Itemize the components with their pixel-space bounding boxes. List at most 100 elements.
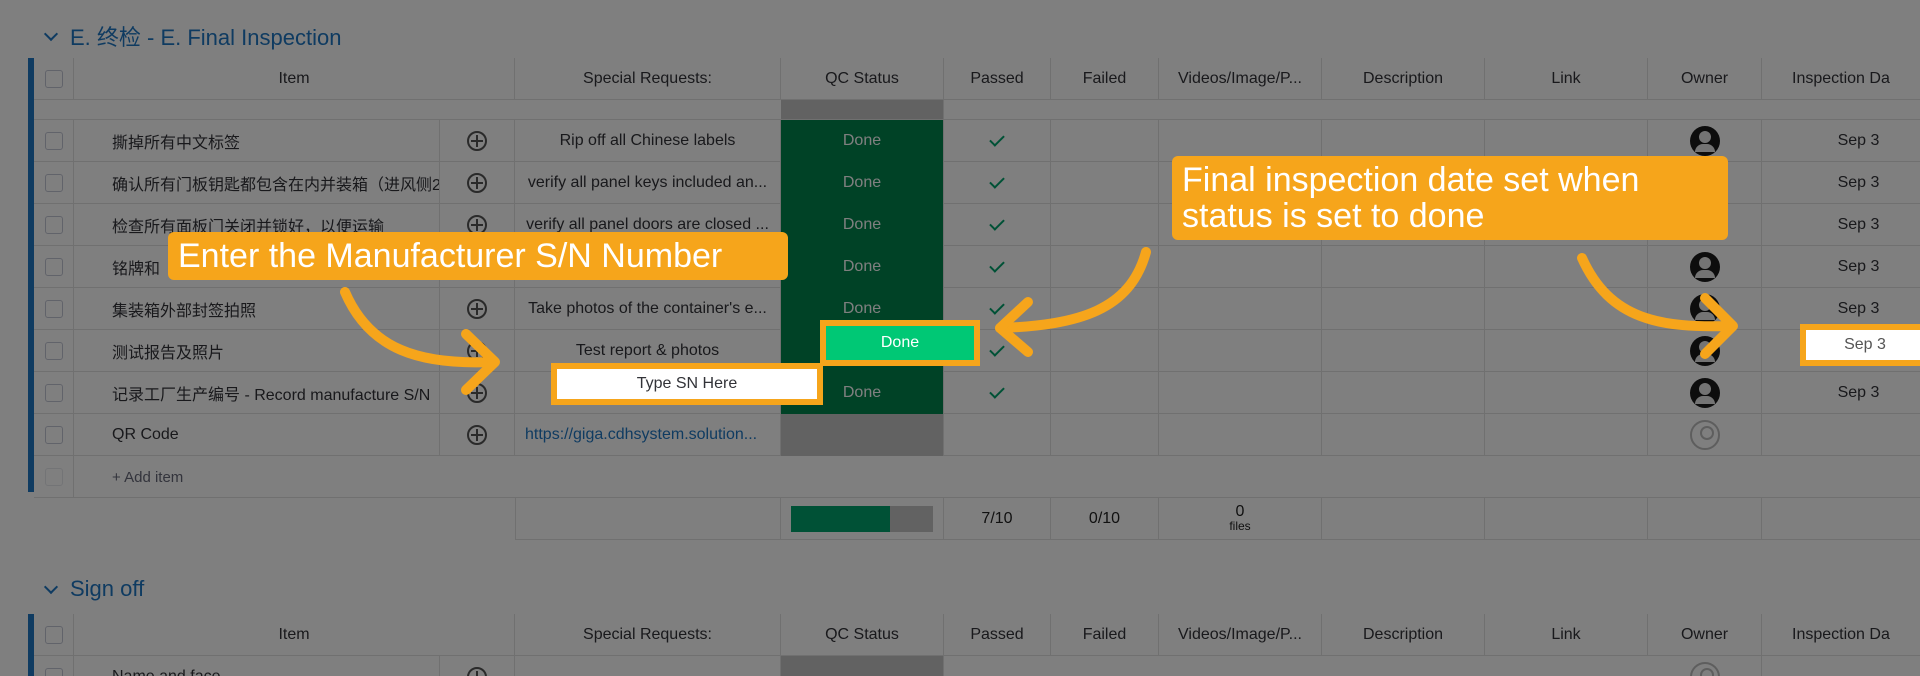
- special-request-cell[interactable]: Rip off all Chinese labels: [515, 120, 781, 162]
- link-cell[interactable]: [1485, 288, 1648, 330]
- add-item-cell[interactable]: + Add item: [74, 456, 515, 498]
- chevron-down-icon[interactable]: [44, 29, 58, 43]
- qc-status-cell[interactable]: Done: [781, 162, 944, 204]
- passed-cell[interactable]: [944, 246, 1051, 288]
- failed-cell[interactable]: [1051, 120, 1159, 162]
- add-update-icon[interactable]: [467, 425, 487, 445]
- description-cell[interactable]: [1322, 414, 1485, 456]
- failed-cell[interactable]: [1051, 246, 1159, 288]
- column-header-special-requests[interactable]: Special Requests:: [515, 58, 781, 100]
- inspection-date-cell[interactable]: Sep 3: [1762, 246, 1920, 288]
- conversation-cell[interactable]: [440, 162, 515, 204]
- passed-cell[interactable]: [944, 120, 1051, 162]
- inspection-date-highlight[interactable]: Sep 3: [1800, 324, 1920, 366]
- column-header-inspection-date[interactable]: Inspection Da: [1762, 614, 1920, 656]
- qr-code-link[interactable]: https://giga.cdhsystem.solution...: [515, 426, 757, 444]
- conversation-cell[interactable]: [440, 414, 515, 456]
- row-checkbox-cell[interactable]: [34, 656, 74, 676]
- owner-avatar-icon[interactable]: [1689, 252, 1720, 282]
- column-header-owner[interactable]: Owner: [1648, 58, 1762, 100]
- passed-cell[interactable]: [944, 372, 1051, 414]
- conversation-cell[interactable]: [440, 120, 515, 162]
- add-update-icon[interactable]: [467, 341, 487, 361]
- column-header-failed[interactable]: Failed: [1051, 58, 1159, 100]
- files-cell[interactable]: [1159, 372, 1322, 414]
- item-cell[interactable]: 确认所有门板钥匙都包含在内并装箱（进风侧2...: [74, 162, 440, 204]
- failed-cell[interactable]: [1051, 288, 1159, 330]
- column-header-owner[interactable]: Owner: [1648, 614, 1762, 656]
- item-cell[interactable]: 测试报告及照片: [74, 330, 440, 372]
- special-request-cell[interactable]: verify all panel keys included an...: [515, 162, 781, 204]
- row-checkbox[interactable]: [44, 216, 63, 234]
- group-header-sign-off[interactable]: Sign off: [44, 576, 144, 602]
- table-row[interactable]: 记录工厂生产编号 - Record manufacture S/N Type SN…: [34, 372, 1920, 414]
- table-row-partial[interactable]: [34, 100, 1920, 120]
- chevron-down-icon[interactable]: [44, 582, 58, 596]
- passed-cell[interactable]: [944, 162, 1051, 204]
- group-header-final-inspection[interactable]: E. 终检 - E. Final Inspection: [44, 20, 341, 52]
- qc-status-cell[interactable]: Done: [781, 246, 944, 288]
- column-header-special-requests[interactable]: Special Requests:: [515, 614, 781, 656]
- select-all-checkbox-cell[interactable]: [34, 58, 74, 100]
- inspection-date-cell[interactable]: [1762, 414, 1920, 456]
- status-summary-cell[interactable]: [781, 498, 944, 540]
- item-cell[interactable]: 撕掉所有中文标签: [74, 120, 440, 162]
- item-cell[interactable]: 记录工厂生产编号 - Record manufacture S/N: [74, 372, 440, 414]
- inspection-date-cell[interactable]: Sep 3: [1762, 372, 1920, 414]
- owner-cell[interactable]: [1648, 372, 1762, 414]
- table-row[interactable]: QR Code https://giga.cdhsystem.solution..…: [34, 414, 1920, 456]
- column-header-qc-status[interactable]: QC Status: [781, 58, 944, 100]
- column-header-passed[interactable]: Passed: [944, 58, 1051, 100]
- row-checkbox[interactable]: [44, 668, 63, 676]
- passed-cell[interactable]: [944, 204, 1051, 246]
- qc-status-done-highlight[interactable]: Done: [820, 320, 980, 366]
- row-checkbox-cell[interactable]: [34, 120, 74, 162]
- add-update-icon[interactable]: [467, 173, 487, 193]
- conversation-cell[interactable]: [440, 372, 515, 414]
- row-checkbox-cell[interactable]: [34, 372, 74, 414]
- add-update-icon[interactable]: [467, 299, 487, 319]
- add-update-icon[interactable]: [467, 383, 487, 403]
- description-cell[interactable]: [1322, 372, 1485, 414]
- qc-status-cell[interactable]: [781, 656, 944, 676]
- column-header-description[interactable]: Description: [1322, 58, 1485, 100]
- select-all-checkbox-cell[interactable]: [34, 614, 74, 656]
- conversation-cell[interactable]: [440, 330, 515, 372]
- item-cell[interactable]: Name and face: [74, 656, 440, 676]
- failed-cell[interactable]: [1051, 162, 1159, 204]
- special-request-cell[interactable]: Take photos of the container's e...: [515, 288, 781, 330]
- link-cell[interactable]: [1485, 372, 1648, 414]
- conversation-cell[interactable]: [440, 656, 515, 676]
- description-cell[interactable]: [1322, 246, 1485, 288]
- description-cell[interactable]: [1322, 288, 1485, 330]
- row-checkbox-cell[interactable]: [34, 162, 74, 204]
- column-header-link[interactable]: Link: [1485, 58, 1648, 100]
- special-request-cell[interactable]: https://giga.cdhsystem.solution...: [515, 414, 781, 456]
- select-all-checkbox[interactable]: [44, 70, 63, 88]
- column-header-passed[interactable]: Passed: [944, 614, 1051, 656]
- owner-avatar-icon[interactable]: [1689, 378, 1720, 408]
- failed-cell[interactable]: [1051, 204, 1159, 246]
- row-checkbox-cell[interactable]: [34, 246, 74, 288]
- add-item-row[interactable]: + Add item: [34, 456, 1920, 498]
- table-row[interactable]: Name and face: [34, 656, 1920, 676]
- owner-cell[interactable]: [1648, 288, 1762, 330]
- files-cell[interactable]: [1159, 414, 1322, 456]
- add-update-icon[interactable]: [467, 131, 487, 151]
- row-checkbox[interactable]: [44, 258, 63, 276]
- owner-cell[interactable]: [1648, 656, 1762, 676]
- row-checkbox[interactable]: [44, 426, 63, 444]
- add-item-button[interactable]: + Add item: [74, 469, 183, 486]
- empty-avatar-icon[interactable]: [1689, 662, 1720, 676]
- row-checkbox[interactable]: [44, 300, 63, 318]
- row-checkbox-cell[interactable]: [34, 288, 74, 330]
- inspection-date-cell[interactable]: Sep 3: [1762, 162, 1920, 204]
- add-update-icon[interactable]: [467, 667, 487, 676]
- qc-status-cell[interactable]: [781, 100, 944, 119]
- failed-cell[interactable]: [1051, 372, 1159, 414]
- column-header-item[interactable]: Item: [74, 58, 515, 100]
- conversation-cell[interactable]: [440, 288, 515, 330]
- owner-avatar-icon[interactable]: [1689, 336, 1720, 366]
- serial-number-input-highlight[interactable]: Type SN Here: [551, 363, 823, 405]
- column-header-videos[interactable]: Videos/Image/P...: [1159, 58, 1322, 100]
